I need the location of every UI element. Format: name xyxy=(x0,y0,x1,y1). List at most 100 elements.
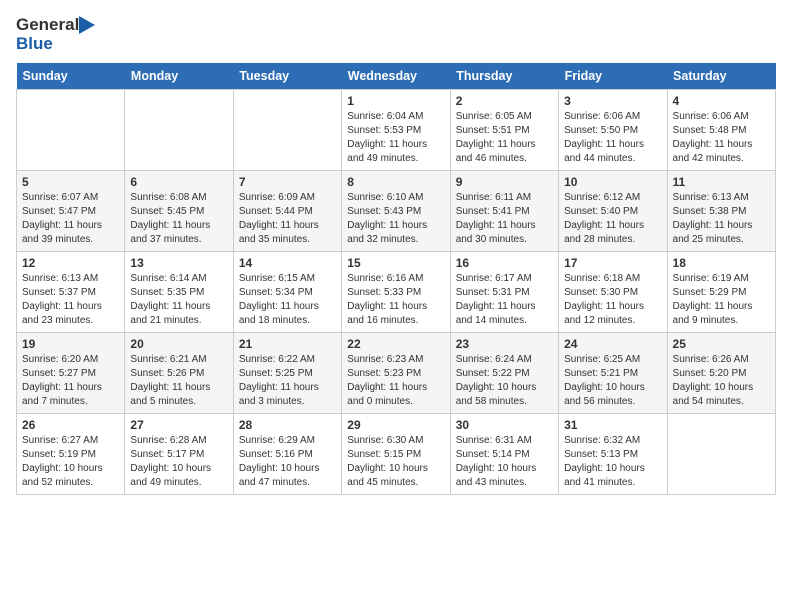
calendar-week-row: 12 Sunrise: 6:13 AM Sunset: 5:37 PM Dayli… xyxy=(17,252,776,333)
day-info: Sunrise: 6:24 AM Sunset: 5:22 PM Dayligh… xyxy=(456,353,553,409)
day-number: 16 xyxy=(456,256,553,270)
calendar-day-cell: 7 Sunrise: 6:09 AM Sunset: 5:44 PM Daylig… xyxy=(233,171,341,252)
day-info: Sunrise: 6:25 AM Sunset: 5:21 PM Dayligh… xyxy=(564,353,661,409)
calendar-day-cell: 3 Sunrise: 6:06 AM Sunset: 5:50 PM Daylig… xyxy=(559,90,667,171)
day-number: 8 xyxy=(347,175,444,189)
day-info: Sunrise: 6:10 AM Sunset: 5:43 PM Dayligh… xyxy=(347,191,444,247)
calendar-table: SundayMondayTuesdayWednesdayThursdayFrid… xyxy=(16,63,776,495)
day-number: 28 xyxy=(239,418,336,432)
calendar-day-cell: 9Sunrise: 6:11 AM Sunset: 5:41 PM Daylig… xyxy=(450,171,558,252)
day-number: 20 xyxy=(130,337,227,351)
calendar-day-cell: 30 Sunrise: 6:31 AM Sunset: 5:14 PM Dayli… xyxy=(450,414,558,495)
weekday-header-cell: Tuesday xyxy=(233,63,341,90)
day-number: 6 xyxy=(130,175,227,189)
day-number: 23 xyxy=(456,337,553,351)
day-number: 26 xyxy=(22,418,119,432)
weekday-header-row: SundayMondayTuesdayWednesdayThursdayFrid… xyxy=(17,63,776,90)
calendar-day-cell: 21 Sunrise: 6:22 AM Sunset: 5:25 PM Dayli… xyxy=(233,333,341,414)
day-number: 21 xyxy=(239,337,336,351)
day-info: Sunrise: 6:13 AM Sunset: 5:37 PM Dayligh… xyxy=(22,272,119,328)
day-info: Sunrise: 6:16 AM Sunset: 5:33 PM Dayligh… xyxy=(347,272,444,328)
calendar-day-cell xyxy=(667,414,775,495)
calendar-week-row: 19Sunrise: 6:20 AM Sunset: 5:27 PM Dayli… xyxy=(17,333,776,414)
calendar-week-row: 26 Sunrise: 6:27 AM Sunset: 5:19 PM Dayli… xyxy=(17,414,776,495)
day-number: 30 xyxy=(456,418,553,432)
calendar-day-cell: 8 Sunrise: 6:10 AM Sunset: 5:43 PM Daylig… xyxy=(342,171,450,252)
day-info: Sunrise: 6:05 AM Sunset: 5:51 PM Dayligh… xyxy=(456,110,553,166)
day-info: Sunrise: 6:20 AM Sunset: 5:27 PM Dayligh… xyxy=(22,353,119,409)
calendar-day-cell: 28Sunrise: 6:29 AM Sunset: 5:16 PM Dayli… xyxy=(233,414,341,495)
weekday-header-cell: Thursday xyxy=(450,63,558,90)
calendar-day-cell: 23 Sunrise: 6:24 AM Sunset: 5:22 PM Dayli… xyxy=(450,333,558,414)
calendar-body: 1Sunrise: 6:04 AM Sunset: 5:53 PM Daylig… xyxy=(17,90,776,495)
calendar-day-cell: 13 Sunrise: 6:14 AM Sunset: 5:35 PM Dayli… xyxy=(125,252,233,333)
calendar-day-cell: 22 Sunrise: 6:23 AM Sunset: 5:23 PM Dayli… xyxy=(342,333,450,414)
calendar-day-cell: 18 Sunrise: 6:19 AM Sunset: 5:29 PM Dayli… xyxy=(667,252,775,333)
day-number: 13 xyxy=(130,256,227,270)
calendar-day-cell: 16Sunrise: 6:17 AM Sunset: 5:31 PM Dayli… xyxy=(450,252,558,333)
day-info: Sunrise: 6:15 AM Sunset: 5:34 PM Dayligh… xyxy=(239,272,336,328)
calendar-day-cell: 19Sunrise: 6:20 AM Sunset: 5:27 PM Dayli… xyxy=(17,333,125,414)
day-number: 12 xyxy=(22,256,119,270)
day-info: Sunrise: 6:14 AM Sunset: 5:35 PM Dayligh… xyxy=(130,272,227,328)
day-info: Sunrise: 6:30 AM Sunset: 5:15 PM Dayligh… xyxy=(347,434,444,490)
day-info: Sunrise: 6:08 AM Sunset: 5:45 PM Dayligh… xyxy=(130,191,227,247)
day-info: Sunrise: 6:04 AM Sunset: 5:53 PM Dayligh… xyxy=(347,110,444,166)
calendar-day-cell: 5Sunrise: 6:07 AM Sunset: 5:47 PM Daylig… xyxy=(17,171,125,252)
day-info: Sunrise: 6:31 AM Sunset: 5:14 PM Dayligh… xyxy=(456,434,553,490)
calendar-day-cell: 1Sunrise: 6:04 AM Sunset: 5:53 PM Daylig… xyxy=(342,90,450,171)
calendar-day-cell: 11 Sunrise: 6:13 AM Sunset: 5:38 PM Dayli… xyxy=(667,171,775,252)
day-number: 18 xyxy=(673,256,770,270)
day-number: 10 xyxy=(564,175,661,189)
calendar-week-row: 5Sunrise: 6:07 AM Sunset: 5:47 PM Daylig… xyxy=(17,171,776,252)
day-number: 15 xyxy=(347,256,444,270)
calendar-day-cell xyxy=(233,90,341,171)
day-number: 17 xyxy=(564,256,661,270)
day-info: Sunrise: 6:32 AM Sunset: 5:13 PM Dayligh… xyxy=(564,434,661,490)
day-number: 11 xyxy=(673,175,770,189)
day-number: 27 xyxy=(130,418,227,432)
weekday-header-cell: Monday xyxy=(125,63,233,90)
weekday-header-cell: Wednesday xyxy=(342,63,450,90)
day-number: 22 xyxy=(347,337,444,351)
day-number: 29 xyxy=(347,418,444,432)
day-info: Sunrise: 6:22 AM Sunset: 5:25 PM Dayligh… xyxy=(239,353,336,409)
day-info: Sunrise: 6:19 AM Sunset: 5:29 PM Dayligh… xyxy=(673,272,770,328)
calendar-day-cell: 24Sunrise: 6:25 AM Sunset: 5:21 PM Dayli… xyxy=(559,333,667,414)
day-info: Sunrise: 6:23 AM Sunset: 5:23 PM Dayligh… xyxy=(347,353,444,409)
day-info: Sunrise: 6:28 AM Sunset: 5:17 PM Dayligh… xyxy=(130,434,227,490)
calendar-day-cell: 17Sunrise: 6:18 AM Sunset: 5:30 PM Dayli… xyxy=(559,252,667,333)
calendar-day-cell: 31 Sunrise: 6:32 AM Sunset: 5:13 PM Dayli… xyxy=(559,414,667,495)
calendar-day-cell: 26 Sunrise: 6:27 AM Sunset: 5:19 PM Dayli… xyxy=(17,414,125,495)
day-number: 3 xyxy=(564,94,661,108)
page-header: GeneralBlue xyxy=(16,16,776,53)
day-number: 2 xyxy=(456,94,553,108)
day-info: Sunrise: 6:26 AM Sunset: 5:20 PM Dayligh… xyxy=(673,353,770,409)
day-number: 31 xyxy=(564,418,661,432)
day-number: 9 xyxy=(456,175,553,189)
day-info: Sunrise: 6:09 AM Sunset: 5:44 PM Dayligh… xyxy=(239,191,336,247)
day-info: Sunrise: 6:06 AM Sunset: 5:48 PM Dayligh… xyxy=(673,110,770,166)
calendar-day-cell: 2 Sunrise: 6:05 AM Sunset: 5:51 PM Daylig… xyxy=(450,90,558,171)
calendar-week-row: 1Sunrise: 6:04 AM Sunset: 5:53 PM Daylig… xyxy=(17,90,776,171)
weekday-header-cell: Friday xyxy=(559,63,667,90)
calendar-day-cell: 15 Sunrise: 6:16 AM Sunset: 5:33 PM Dayli… xyxy=(342,252,450,333)
day-info: Sunrise: 6:13 AM Sunset: 5:38 PM Dayligh… xyxy=(673,191,770,247)
calendar-day-cell: 20Sunrise: 6:21 AM Sunset: 5:26 PM Dayli… xyxy=(125,333,233,414)
weekday-header-cell: Sunday xyxy=(17,63,125,90)
calendar-day-cell: 14Sunrise: 6:15 AM Sunset: 5:34 PM Dayli… xyxy=(233,252,341,333)
day-number: 4 xyxy=(673,94,770,108)
logo: GeneralBlue xyxy=(16,16,95,53)
day-number: 7 xyxy=(239,175,336,189)
calendar-day-cell: 29 Sunrise: 6:30 AM Sunset: 5:15 PM Dayli… xyxy=(342,414,450,495)
calendar-day-cell xyxy=(125,90,233,171)
day-info: Sunrise: 6:12 AM Sunset: 5:40 PM Dayligh… xyxy=(564,191,661,247)
logo-blue: Blue xyxy=(16,34,53,53)
calendar-day-cell: 25Sunrise: 6:26 AM Sunset: 5:20 PM Dayli… xyxy=(667,333,775,414)
day-info: Sunrise: 6:06 AM Sunset: 5:50 PM Dayligh… xyxy=(564,110,661,166)
day-info: Sunrise: 6:27 AM Sunset: 5:19 PM Dayligh… xyxy=(22,434,119,490)
logo-general: General xyxy=(16,16,79,35)
day-info: Sunrise: 6:07 AM Sunset: 5:47 PM Dayligh… xyxy=(22,191,119,247)
logo-text: GeneralBlue xyxy=(16,16,95,53)
calendar-day-cell: 4 Sunrise: 6:06 AM Sunset: 5:48 PM Daylig… xyxy=(667,90,775,171)
